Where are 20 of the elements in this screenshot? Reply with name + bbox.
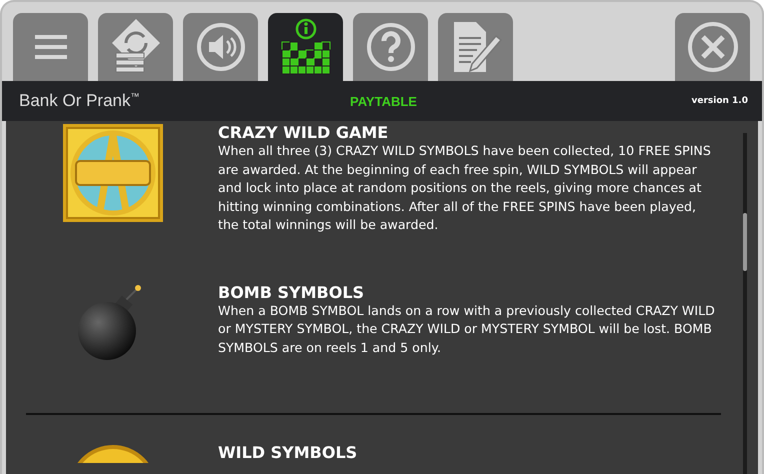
menu-tab[interactable] [13, 13, 88, 81]
help-icon [366, 22, 416, 72]
paytable-tab[interactable] [268, 13, 343, 81]
speaker-icon [196, 22, 246, 72]
close-tab[interactable] [675, 13, 750, 81]
game-title: Bank Or Prank$^{™}$ [19, 91, 140, 111]
info-grid-icon [280, 18, 330, 76]
page-title: PAYTABLE [350, 94, 417, 108]
sound-tab[interactable] [183, 13, 258, 81]
section-title: WILD SYMBOLS [218, 442, 358, 462]
section-description: When a BOMB SYMBOL lands on a row with a previously collected CRAZY WILD or MYSTERY SYMBOL, the CRAZY WILD or MYSTERY SYMBOL will be lost. BOMB SYMBOLS are on reels 1 and 5 only. [218, 302, 716, 357]
history-tab[interactable] [438, 13, 513, 81]
section-title: BOMB SYMBOLS [218, 282, 366, 302]
close-icon [686, 21, 738, 73]
section-title: CRAZY WILD GAME [218, 123, 390, 142]
menu-icon [32, 33, 68, 61]
section-description: When all three (3) CRAZY WILD SYMBOLS have been collected, 10 FREE SPINS are awarded. At the beginning of each free spin, WILD SYMBOLS will appear and lock into place at random positions on the reels, giving more chances at hitting winning combinations. After all of the FREE SPINS have been played, the total winnings will be awarded. [218, 142, 712, 234]
help-tab[interactable] [353, 13, 428, 81]
autoplay-tab[interactable] [98, 13, 173, 81]
version-label: version 1.0 [691, 96, 748, 106]
